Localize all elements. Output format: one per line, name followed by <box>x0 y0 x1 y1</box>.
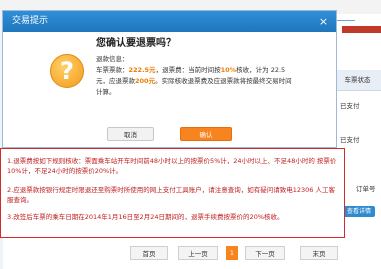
ticket-status-column-header: 车票状态 <box>334 70 381 91</box>
info-text-segment: 元，应退票款 <box>96 77 135 85</box>
refund-rules-notes: 1.退票费按如下规则核收：票面乘车站开车时间前48小时以上的按票价5%计，24小… <box>0 148 345 238</box>
confirm-button[interactable]: 确认 <box>180 127 232 141</box>
close-icon[interactable]: × <box>317 15 330 28</box>
cancel-button[interactable]: 取消 <box>107 127 154 141</box>
next-page-button[interactable]: 下一页 <box>245 246 285 260</box>
refund-rule-note: 3.改签后车票的乘车日期在2014年1月16日至2月24日期间的，退票手续费按票… <box>7 213 284 221</box>
page-divider <box>335 20 355 23</box>
first-page-button[interactable]: 首页 <box>130 246 168 260</box>
last-page-button[interactable]: 末页 <box>300 246 338 260</box>
info-text-segment: ，退票费：当前时间按 <box>155 66 221 74</box>
dialog-title: 交易提示 <box>12 16 49 26</box>
refund-rule-note: 1.退票费按如下规则核收：票面乘车站开车时间前48小时以上的按票价5%计，24小… <box>7 157 337 175</box>
question-mark-icon: ? <box>50 54 84 88</box>
view-details-button[interactable]: 查看详情 <box>343 206 375 217</box>
dialog-titlebar: 交易提示 × <box>3 11 336 32</box>
prev-page-button[interactable]: 上一页 <box>178 246 218 260</box>
refund-amount: 200元 <box>135 77 156 85</box>
refund-info-label: 退款信息： <box>96 55 129 63</box>
info-text-segment: 车票票款： <box>96 66 129 74</box>
refund-rule-note: 2.应退票款按银行规定时限退还至购票时所使用的网上支付工具账户，请注意查询，如有… <box>7 186 335 204</box>
fee-rate: 10% <box>220 66 237 74</box>
ticket-status-cell: 已支付 <box>340 102 360 110</box>
page: 车票状态 已支付 已支付 订单号 查看详情 交易提示 × ? 您确认要退票吗？ … <box>0 0 381 269</box>
page-red-bar <box>342 26 381 33</box>
confirm-heading: 您确认要退票吗？ <box>96 38 176 49</box>
info-text-segment: 计算。 <box>96 88 116 96</box>
ticket-status-cell: 已支付 <box>340 136 360 144</box>
ticket-price: 222.5元 <box>128 66 156 74</box>
refund-info-text: 车票票款：222.5元，退票费：当前时间按10%核收，计为 22.5 元，应退票… <box>96 65 336 98</box>
order-number-label: 订单号 <box>356 185 376 193</box>
info-text-segment: 核收，计为 22.5 <box>236 66 286 74</box>
info-text-segment: 。实际核收退票费及应退票款将按最终交易时间 <box>155 77 292 85</box>
current-page-button[interactable]: 1 <box>226 246 238 260</box>
refund-confirm-dialog: 交易提示 × ? 您确认要退票吗？ 退款信息： 车票票款：222.5元，退票费：… <box>2 10 337 148</box>
